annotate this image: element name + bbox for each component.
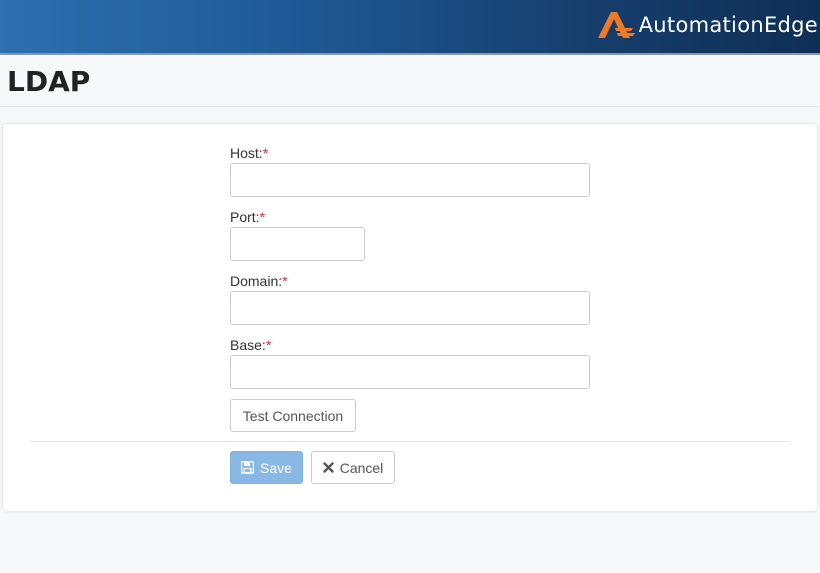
form-divider [30, 441, 790, 442]
base-label: Base:* [230, 337, 271, 353]
automationedge-logo-icon [597, 12, 635, 38]
cancel-button[interactable]: Cancel [311, 451, 395, 484]
top-bar: AutomationEdge [0, 0, 820, 55]
test-connection-label: Test Connection [242, 407, 344, 424]
brand-name: AutomationEdge [638, 13, 818, 37]
required-mark: * [259, 209, 266, 225]
base-input[interactable] [230, 355, 590, 389]
port-label: Port:* [230, 209, 265, 225]
page-header: LDAP [0, 57, 820, 107]
domain-input[interactable] [230, 291, 590, 325]
required-mark: * [282, 273, 288, 289]
save-button[interactable]: Save [230, 451, 303, 484]
host-label: Host:* [230, 145, 268, 161]
port-input[interactable] [230, 227, 365, 261]
save-label: Save [260, 459, 292, 476]
floppy-disk-icon [241, 461, 255, 474]
ldap-form-panel: Host:* Port:* Domain:* Base:* Test Conne… [3, 124, 817, 511]
cancel-label: Cancel [339, 459, 384, 476]
test-connection-button[interactable]: Test Connection [230, 399, 356, 432]
page-title: LDAP [7, 65, 91, 98]
brand: AutomationEdge [595, 10, 818, 40]
domain-label-text: Domain: [230, 273, 283, 289]
required-mark: * [265, 337, 272, 353]
domain-label: Domain:* [230, 273, 288, 289]
close-icon [323, 462, 334, 473]
host-label-text: Host: [230, 145, 263, 161]
port-label-text: Port: [230, 209, 260, 225]
host-input[interactable] [230, 163, 590, 197]
base-label-text: Base: [230, 337, 266, 353]
required-mark: * [262, 145, 269, 161]
